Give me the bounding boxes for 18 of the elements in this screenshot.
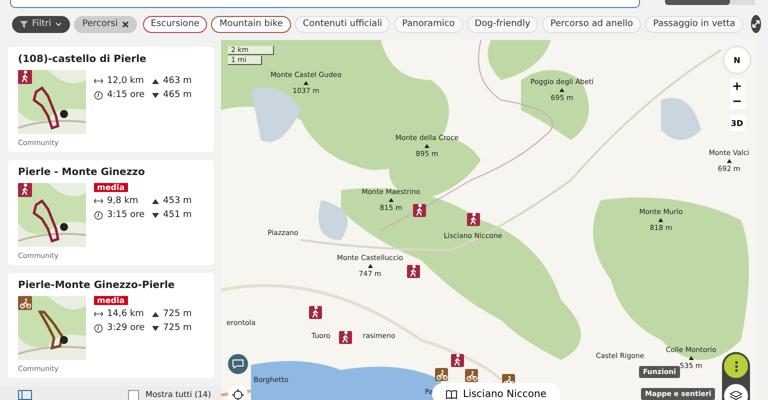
descent-value: 725 m (163, 323, 192, 333)
distance-value: 9,8 km (107, 196, 138, 206)
ascent-value: 725 m (163, 309, 192, 319)
duration-value: 3:15 ore (107, 210, 145, 220)
descent-value: 451 m (163, 210, 192, 220)
route-title: Pierle - Monte Ginezzo (18, 167, 146, 178)
duration-value: 3:29 ore (107, 323, 145, 333)
distance-value: 14,6 km (107, 309, 144, 319)
ascent-value: 453 m (163, 196, 192, 206)
show-all-label: Mostra tutti (14) (145, 390, 211, 399)
difficulty-badge: media (94, 296, 128, 305)
ascent-value: 463 m (163, 76, 192, 86)
route-title: (108)-castello di Pierle (18, 54, 148, 65)
descent-value: 465 m (163, 90, 192, 100)
duration-value: 4:15 ore (107, 90, 145, 100)
route-title: Pierle-Monte Ginezzo-Pierle (18, 280, 176, 291)
distance-value: 12,0 km (107, 76, 144, 86)
difficulty-badge: media (94, 183, 128, 192)
